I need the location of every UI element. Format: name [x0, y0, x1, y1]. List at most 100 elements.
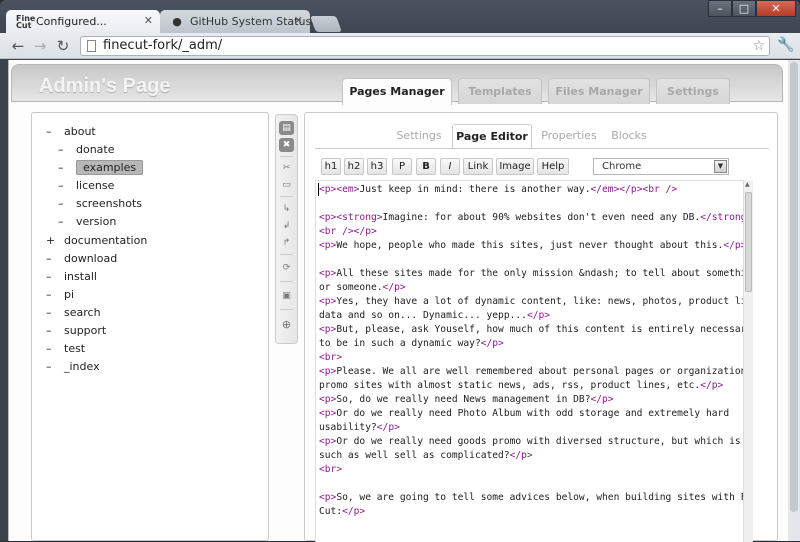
expand-toggle[interactable]: + — [46, 233, 64, 249]
tree-node-download[interactable]: – download — [46, 251, 117, 267]
divider — [280, 156, 293, 157]
address-bar[interactable]: finecut-fork/_adm/ ☆ — [80, 36, 770, 56]
tree-node-label: search — [64, 306, 101, 319]
collapse-toggle[interactable]: – — [46, 341, 64, 357]
code-scrollbar[interactable]: ▲ — [743, 180, 753, 542]
url-host: finecut-fork/ — [103, 38, 183, 53]
help-button[interactable]: Help — [537, 158, 569, 175]
tree-node-install[interactable]: – install — [46, 269, 97, 285]
code-line: or someone.</p> — [319, 282, 406, 293]
tab-settings[interactable]: Settings — [656, 78, 730, 104]
tree-node-label: about — [64, 125, 96, 138]
code-line: Cut:</p> — [319, 506, 366, 517]
move-up-icon[interactable]: ↱ — [279, 236, 294, 250]
scroll-up-icon[interactable]: ▲ — [745, 181, 750, 188]
window-controls: – □ ✕ — [708, 0, 796, 18]
tree-node-index[interactable]: – _index — [46, 359, 100, 375]
h1-button[interactable]: h1 — [321, 158, 341, 175]
scrollbar-thumb[interactable] — [790, 62, 798, 512]
tree-node-search[interactable]: – search — [46, 305, 101, 321]
add-circle-icon[interactable]: ⊕ — [279, 318, 294, 332]
tree-node-version[interactable]: – version — [58, 214, 116, 230]
divider — [280, 254, 293, 255]
paste-icon[interactable]: ▭ — [279, 178, 294, 192]
collapse-toggle[interactable]: – — [58, 196, 76, 212]
tree-node-examples[interactable]: – examples — [58, 160, 144, 176]
tab-properties[interactable]: Properties — [536, 124, 602, 148]
collapse-toggle[interactable]: – — [58, 160, 76, 176]
close-tab-icon[interactable]: ✕ — [144, 14, 153, 27]
h3-button[interactable]: h3 — [367, 158, 387, 175]
code-line: <p>Or do we really need Photo Album with… — [319, 408, 730, 419]
tree-node-label: license — [76, 179, 115, 192]
cut-icon[interactable]: ✂ — [279, 161, 294, 175]
tree-node-label: download — [64, 252, 118, 265]
tab-files-manager[interactable]: Files Manager — [548, 78, 650, 104]
code-line: <br> — [319, 352, 343, 363]
close-window-icon[interactable]: ✕ — [756, 0, 796, 17]
collapse-toggle[interactable]: – — [46, 305, 64, 321]
chevron-down-icon: ▼ — [714, 160, 727, 173]
maximize-icon[interactable]: □ — [732, 0, 756, 17]
tab-page-editor[interactable]: Page Editor — [452, 124, 532, 148]
collapse-toggle[interactable]: – — [46, 124, 64, 140]
theme-select[interactable]: Chrome ▼ — [593, 158, 729, 175]
code-line: <p>But, please, ask Youself, how much of… — [319, 324, 743, 335]
code-line: <p><strong>Imagine: for about 90% websit… — [319, 212, 743, 223]
link-button[interactable]: Link — [463, 158, 493, 175]
collapse-toggle[interactable]: – — [46, 287, 64, 303]
code-line: <p><em>Just keep in mind: there is anoth… — [319, 184, 678, 195]
new-page-icon[interactable]: ▤ — [279, 121, 294, 135]
tree-node-label-selected: examples — [76, 160, 144, 175]
wrench-icon[interactable]: 🔧 — [777, 37, 794, 53]
tab-editor-settings[interactable]: Settings — [389, 124, 449, 148]
page-icon — [87, 40, 96, 52]
collapse-toggle[interactable]: – — [58, 214, 76, 230]
tab-templates[interactable]: Templates — [458, 78, 542, 104]
bold-button[interactable]: B — [416, 158, 436, 175]
tab-blocks[interactable]: Blocks — [607, 124, 651, 148]
tree-node-about[interactable]: – about — [46, 124, 96, 140]
new-tab-button[interactable] — [310, 16, 342, 32]
minimize-icon[interactable]: – — [708, 0, 732, 17]
collapse-toggle[interactable]: – — [46, 251, 64, 267]
tab-pages-manager[interactable]: Pages Manager — [342, 78, 452, 105]
tree-node-label: _index — [64, 360, 100, 373]
tab-github-status[interactable]: ● GitHub System Status ✕ — [160, 10, 311, 34]
tree-node-test[interactable]: – test — [46, 341, 85, 357]
scrollbar-thumb[interactable] — [745, 192, 752, 292]
forward-icon[interactable]: → — [30, 36, 50, 56]
collapse-toggle[interactable]: – — [58, 142, 76, 158]
tree-node-documentation[interactable]: + documentation — [46, 233, 147, 249]
move-left-icon[interactable]: ↲ — [279, 219, 294, 233]
reload-icon[interactable]: ↻ — [53, 36, 73, 56]
paragraph-button[interactable]: P — [392, 158, 412, 175]
bookmark-star-icon[interactable]: ☆ — [752, 37, 765, 55]
collapse-toggle[interactable]: – — [46, 323, 64, 339]
tree-node-donate[interactable]: – donate — [58, 142, 115, 158]
tree-node-label: pi — [64, 288, 75, 301]
tree-node-license[interactable]: – license — [58, 178, 114, 194]
move-down-icon[interactable]: ↳ — [279, 202, 294, 216]
tab-configured[interactable]: Fine Cut Configured... ✕ — [6, 10, 160, 34]
code-line: <p>Please. We all are well remembered ab… — [319, 366, 743, 377]
tree-node-pi[interactable]: – pi — [46, 287, 74, 303]
code-line: <br> — [319, 464, 343, 475]
tab-strip: Fine Cut Configured... ✕ ● GitHub System … — [0, 0, 800, 34]
collapse-toggle[interactable]: – — [46, 269, 64, 285]
tree-node-support[interactable]: – support — [46, 323, 106, 339]
delete-icon[interactable]: ✖ — [279, 138, 294, 152]
close-tab-icon[interactable]: ✕ — [294, 14, 303, 27]
image-button[interactable]: Image — [496, 158, 534, 175]
collapse-toggle[interactable]: – — [58, 178, 76, 194]
code-editor[interactable]: <p><em>Just keep in mind: there is anoth… — [315, 180, 743, 542]
italic-button[interactable]: I — [440, 158, 460, 175]
save-icon[interactable]: ▣ — [279, 289, 294, 303]
tree-node-screenshots[interactable]: – screenshots — [58, 196, 142, 212]
page-title: Admin's Page — [39, 75, 171, 97]
h2-button[interactable]: h2 — [344, 158, 364, 175]
page-scrollbar[interactable] — [788, 60, 800, 541]
collapse-toggle[interactable]: – — [46, 359, 64, 375]
refresh-icon[interactable]: ⟳ — [279, 261, 294, 275]
back-icon[interactable]: ← — [8, 36, 28, 56]
